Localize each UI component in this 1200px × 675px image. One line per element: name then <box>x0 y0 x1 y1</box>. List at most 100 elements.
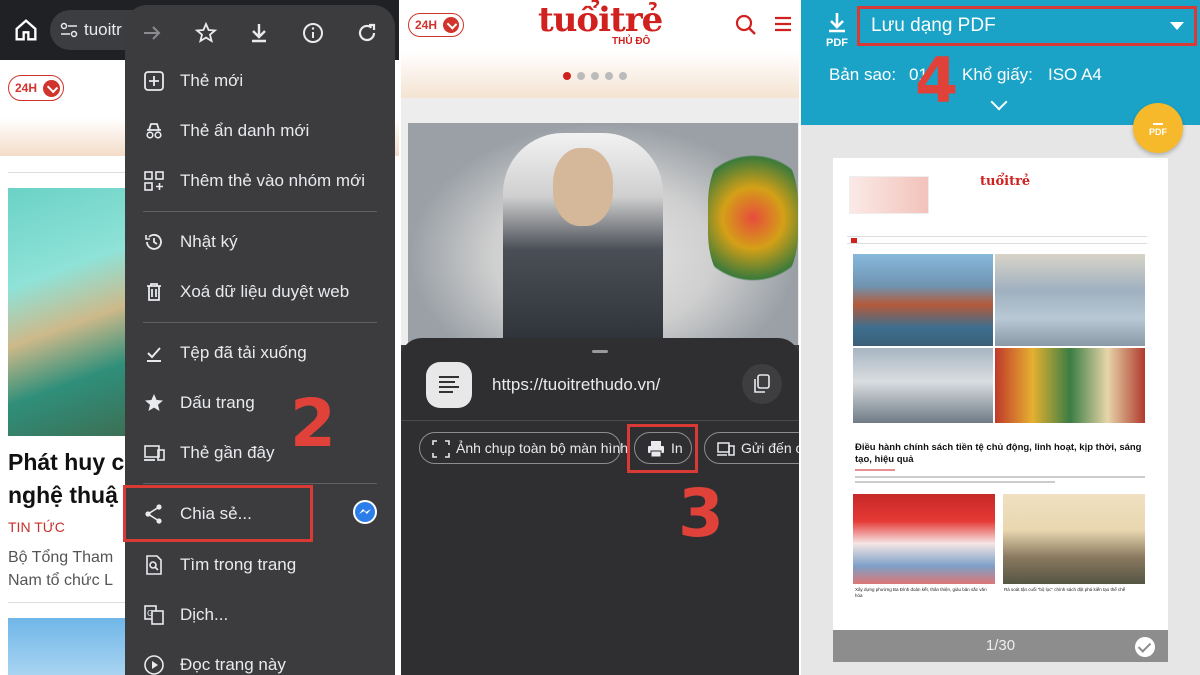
menu-item-label: Dịch... <box>180 605 229 624</box>
divider <box>8 172 126 173</box>
preview-caption-2: Rà soát tận cuối "bộ lọc" chính sách đột… <box>1004 587 1126 592</box>
copy-link-button[interactable] <box>742 364 782 404</box>
print-settings-bar: PDF Lưu dạng PDF Bản sao: 01 Khổ giấy: I… <box>800 0 1200 125</box>
address-text: tuoitr <box>84 20 122 39</box>
preview-image-meeting <box>1003 494 1145 584</box>
page-selected-check-icon[interactable] <box>1135 637 1155 657</box>
info-icon[interactable] <box>301 21 325 45</box>
messenger-icon[interactable] <box>353 500 377 524</box>
menu-divider <box>143 211 377 212</box>
site-logo[interactable]: tuổitrẻ <box>538 0 663 40</box>
star-icon[interactable] <box>194 21 218 45</box>
carousel-dots[interactable] <box>563 72 627 80</box>
preview-page[interactable]: tuổitrẻ Điều hành chính sách tiền tệ chủ… <box>833 158 1168 658</box>
menu-item-incognito-tab[interactable]: Thẻ ẩn danh mới <box>125 111 395 151</box>
website-background: 24H tuổitrẻ THỦ ĐÔ <box>400 0 800 345</box>
bookmark-star-icon <box>145 394 163 411</box>
preview-image-supermarket <box>995 348 1145 423</box>
chip-label: Gửi đến cá <box>741 440 800 456</box>
downloads-icon <box>147 347 161 362</box>
refresh-icon[interactable] <box>355 21 379 45</box>
search-icon[interactable] <box>735 14 757 36</box>
menu-divider <box>143 322 377 323</box>
home-icon[interactable] <box>12 16 40 44</box>
printer-select[interactable]: Lưu dạng PDF <box>857 6 1197 46</box>
badge-text: 24H <box>15 81 38 95</box>
panel-print-preview: PDF Lưu dạng PDF Bản sao: 01 Khổ giấy: I… <box>800 0 1200 675</box>
article-image[interactable] <box>8 188 126 436</box>
paper-size-label: Khổ giấy: <box>962 65 1033 84</box>
devices-icon <box>717 442 735 456</box>
screenshot-chip[interactable]: Ảnh chụp toàn bộ màn hình <box>419 432 628 464</box>
menu-item-recent-tabs[interactable]: Thẻ gần đây <box>125 433 395 473</box>
site-logo-sub: THỦ ĐÔ <box>612 36 651 47</box>
forward-arrow-icon[interactable] <box>140 21 164 45</box>
pdf-download-icon: PDF <box>822 12 852 49</box>
page-indicator: 1/30 <box>985 637 1016 654</box>
tab-group-icon <box>144 171 164 191</box>
step-number-2: 2 <box>290 385 336 462</box>
preview-category <box>855 469 895 471</box>
paper-size-value[interactable]: ISO A4 <box>1048 65 1102 85</box>
article-category[interactable]: TIN TỨC <box>8 519 65 535</box>
divider <box>8 602 126 603</box>
browser-overflow-menu: Thẻ mới Thẻ ẩn danh mới Thêm thẻ vào nhó… <box>125 5 395 675</box>
menu-item-clear-data[interactable]: Xoá dữ liệu duyệt web <box>125 272 395 312</box>
trash-icon <box>147 283 161 301</box>
save-pdf-button[interactable]: PDF <box>1133 103 1183 153</box>
translate-icon: G <box>144 605 164 625</box>
print-highlight-box <box>627 424 698 473</box>
menu-item-find-in-page[interactable]: Tìm trong trang <box>125 545 395 585</box>
page-document-icon <box>426 362 472 408</box>
svg-text:G: G <box>147 609 153 618</box>
step-number-4: 4 <box>915 44 959 117</box>
article-headline[interactable]: Phát huy c nghệ thuậ <box>8 446 138 512</box>
article-image-2[interactable] <box>8 618 126 675</box>
panel-separator <box>799 0 801 675</box>
menu-item-label: Dấu trang <box>180 393 255 412</box>
chevron-down-icon <box>443 17 460 33</box>
preview-image-port <box>853 254 993 346</box>
menu-item-label: Nhật ký <box>180 232 238 251</box>
panel-share-sheet: 24H tuổitrẻ THỦ ĐÔ https://tuoitrethudo.… <box>400 0 800 675</box>
preview-nav <box>847 236 1147 244</box>
share-highlight-box <box>123 485 313 542</box>
menu-item-read-aloud[interactable]: Đọc trang này <box>125 645 395 675</box>
copies-label: Bản sao: <box>829 65 897 84</box>
preview-home-icon <box>851 238 857 243</box>
panel-separator <box>399 0 401 675</box>
menu-item-label: Xoá dữ liệu duyệt web <box>180 282 350 301</box>
preview-image-factory <box>995 254 1145 346</box>
24h-badge[interactable]: 24H <box>408 13 464 37</box>
site-header: 24H tuổitrẻ THỦ ĐÔ <box>400 0 800 52</box>
preview-text-line <box>855 476 1145 478</box>
expand-options-icon[interactable] <box>990 93 1008 111</box>
menu-icon[interactable] <box>774 15 792 33</box>
badge-text: 24H <box>415 18 438 32</box>
menu-item-add-tab-group[interactable]: Thêm thẻ vào nhóm mới <box>125 161 395 201</box>
menu-item-label: Thêm thẻ vào nhóm mới <box>180 171 365 190</box>
menu-item-translate[interactable]: G Dịch... <box>125 595 395 635</box>
site-settings-icon[interactable] <box>60 22 78 38</box>
menu-toolbar <box>125 13 395 53</box>
menu-divider <box>143 483 377 484</box>
menu-item-bookmarks[interactable]: Dấu trang <box>125 383 395 423</box>
preview-banner <box>849 176 929 214</box>
devices-icon <box>144 445 165 461</box>
step-number-3: 3 <box>678 475 724 552</box>
share-bottom-sheet: https://tuoitrethudo.vn/ Ảnh chụp toàn b… <box>400 338 800 675</box>
article-photo[interactable] <box>408 123 798 345</box>
menu-item-downloads[interactable]: Tệp đã tải xuống <box>125 333 395 373</box>
send-to-device-chip[interactable]: Gửi đến cá <box>704 432 800 464</box>
share-url: https://tuoitrethudo.vn/ <box>492 375 661 394</box>
menu-item-history[interactable]: Nhật ký <box>125 222 395 262</box>
download-icon[interactable] <box>247 21 271 45</box>
menu-item-label: Tệp đã tải xuống <box>180 343 307 362</box>
24h-badge[interactable]: 24H <box>8 75 64 101</box>
drag-handle[interactable] <box>592 350 608 353</box>
menu-item-label: Thẻ ẩn danh mới <box>180 121 310 140</box>
preview-image-congress <box>853 494 995 584</box>
menu-item-new-tab[interactable]: Thẻ mới <box>125 61 395 101</box>
panel-chrome-menu: tuoitr 24H Phát huy c nghệ thuậ TIN TỨC … <box>0 0 400 675</box>
menu-item-label: Đọc trang này <box>180 655 286 674</box>
